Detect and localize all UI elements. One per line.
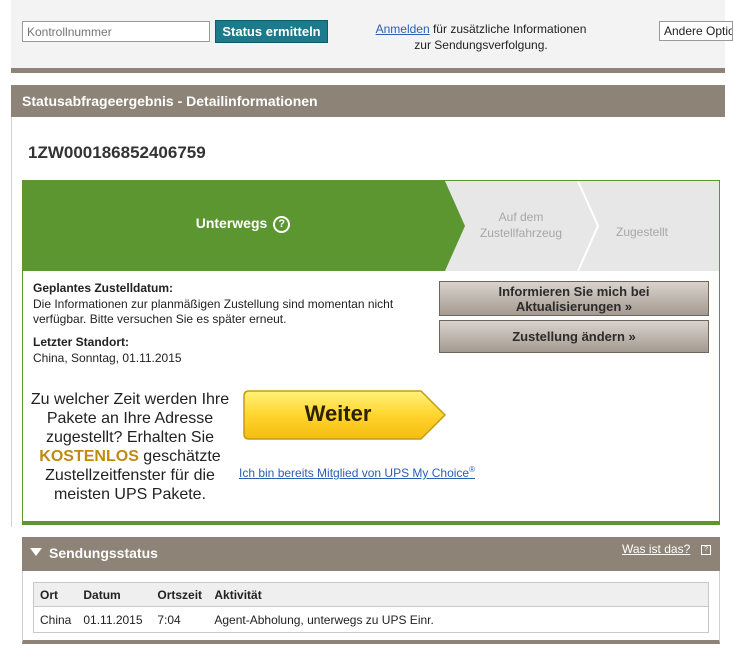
cell-date: 01.11.2015 bbox=[83, 612, 143, 627]
cell-local-time: 7:04 bbox=[157, 612, 181, 627]
planned-delivery-heading: Geplantes Zustelldatum: bbox=[33, 281, 174, 295]
change-delivery-button[interactable]: Zustellung ändern » bbox=[439, 320, 709, 353]
popup-info-icon[interactable]: ? bbox=[701, 545, 711, 555]
other-options-select[interactable]: Andere Optionen bbox=[659, 21, 733, 41]
promo-free-highlight: KOSTENLOS bbox=[39, 448, 139, 465]
my-choice-member-link[interactable]: Ich bin bereits Mitglied von UPS My Choi… bbox=[239, 465, 475, 480]
table-header-row: Ort Datum Ortszeit Aktivität bbox=[33, 582, 709, 607]
tracking-number: 1ZW000186852406759 bbox=[28, 143, 206, 162]
delivered-step-label: Zugestellt bbox=[615, 225, 669, 239]
table-row: China 01.11.2015 7:04 Agent-Abholung, un… bbox=[34, 607, 709, 633]
registered-mark: ® bbox=[469, 465, 476, 474]
column-header-date: Datum bbox=[77, 582, 152, 607]
current-step-label: Unterwegs? bbox=[23, 215, 463, 233]
tracking-number-input[interactable] bbox=[22, 21, 210, 42]
member-link-text[interactable]: Ich bin bereits Mitglied von UPS My Choi… bbox=[239, 466, 469, 480]
login-hint-text-1: für zusätzliche Informationen bbox=[429, 22, 587, 36]
column-header-local-time: Ortszeit bbox=[151, 582, 209, 607]
notify-button-line2: Aktualisierungen » bbox=[515, 299, 633, 314]
planned-delivery-text: Die Informationen zur planmäßigen Zustel… bbox=[33, 297, 394, 326]
shipment-status-title: Sendungsstatus bbox=[49, 545, 158, 561]
last-location-heading: Letzter Standort: bbox=[33, 335, 129, 349]
promo-text-before: Zu welcher Zeit werden Ihre Pakete an Ih… bbox=[30, 391, 230, 446]
detail-section-header: Statusabfrageergebnis - Detailinformatio… bbox=[11, 85, 725, 117]
track-status-button[interactable]: Status ermitteln bbox=[215, 20, 328, 43]
what-is-this-link[interactable]: Was ist das? bbox=[622, 542, 690, 556]
continue-button-label[interactable]: Weiter bbox=[245, 401, 431, 427]
column-header-activity: Aktivität bbox=[208, 582, 709, 607]
shipment-activity-table: Ort Datum Ortszeit Aktivität China 01.11… bbox=[33, 582, 709, 633]
collapse-caret-icon[interactable] bbox=[30, 548, 42, 556]
cell-activity: Agent-Abholung, unterwegs zu UPS Einr. bbox=[214, 612, 434, 627]
login-hint-text-2: zur Sendungsverfolgung. bbox=[414, 38, 548, 52]
login-hint: Anmelden für zusätzliche Informationen z… bbox=[346, 21, 616, 53]
current-step-text: Unterwegs bbox=[195, 215, 268, 231]
vehicle-step-line1: Auf dem bbox=[498, 210, 544, 224]
login-link[interactable]: Anmelden bbox=[376, 22, 430, 36]
my-choice-promo-text: Zu welcher Zeit werden Ihre Pakete an Ih… bbox=[30, 390, 230, 504]
notify-button-line1: Informieren Sie mich bei bbox=[498, 284, 650, 299]
last-location-value: China, Sonntag, 01.11.2015 bbox=[33, 351, 182, 365]
cell-location: China bbox=[40, 612, 72, 627]
column-header-location: Ort bbox=[33, 582, 78, 607]
vehicle-step-line2: Zustellfahrzeug bbox=[479, 226, 563, 240]
help-icon[interactable]: ? bbox=[273, 216, 291, 233]
notify-updates-button[interactable]: Informieren Sie mich bei Aktualisierunge… bbox=[439, 281, 709, 316]
vehicle-step-label: Auf dem Zustellfahrzeug bbox=[466, 209, 576, 241]
